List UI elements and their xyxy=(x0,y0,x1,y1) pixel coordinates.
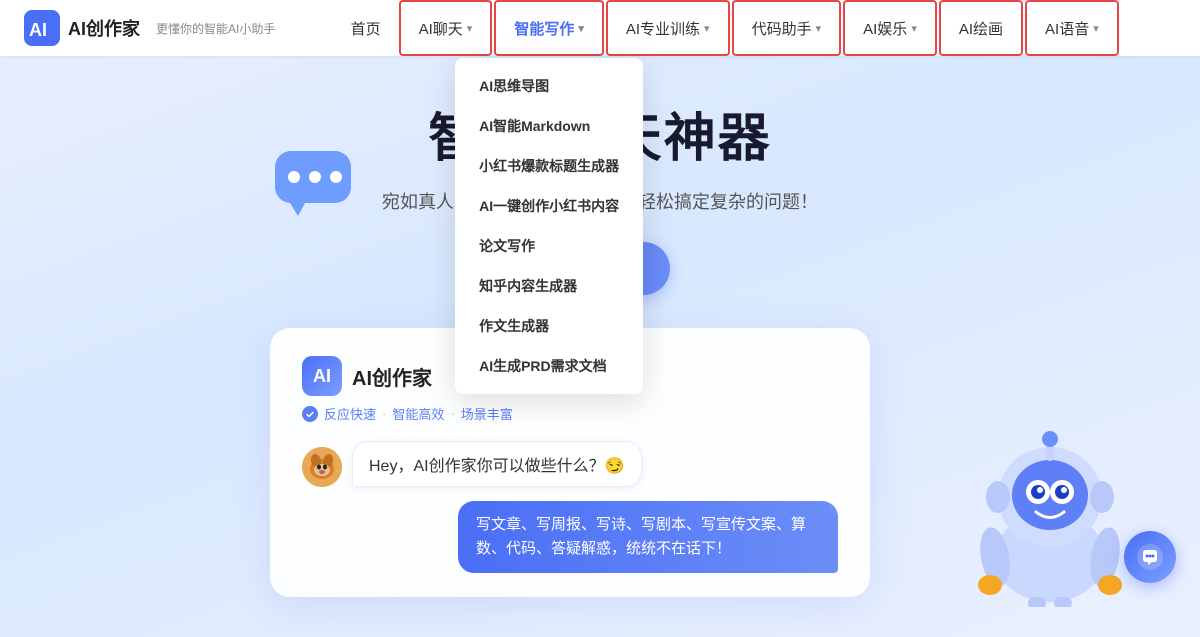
user-avatar xyxy=(302,447,342,487)
user-chat-bubble: Hey，AI创作家你可以做些什么？😏 xyxy=(302,441,838,487)
nav-label-ai-draw: AI绘画 xyxy=(959,18,1003,39)
chat-support-icon xyxy=(1136,543,1164,571)
ai-message: 写文章、写周报、写诗、写剧本、写宣传文案、算数、代码、答疑解惑，统统不在话下！ xyxy=(458,501,838,573)
logo-text: AI创作家 xyxy=(68,15,140,41)
nav-item-ai-chat[interactable]: AI聊天 ▾ xyxy=(399,0,493,56)
user-message: Hey，AI创作家你可以做些什么？😏 xyxy=(352,441,642,487)
dropdown-item-paper-writing[interactable]: 论文写作 xyxy=(455,226,643,266)
chat-tag-2: 智能高效 xyxy=(392,404,444,423)
ai-voice-arrow-icon: ▾ xyxy=(1093,22,1099,35)
nav-item-code-helper[interactable]: 代码助手 ▾ xyxy=(732,0,842,56)
ai-chat-bubble: 写文章、写周报、写诗、写剧本、写宣传文案、算数、代码、答疑解惑，统统不在话下！ xyxy=(302,501,838,573)
smart-write-arrow-icon: ▾ xyxy=(578,22,584,35)
main-nav: 首页 AI聊天 ▾ 智能写作 ▾ AI思维导图 AI智能Markdown 小红书… xyxy=(275,0,1176,56)
dropdown-item-xiaohongshu-content[interactable]: AI一键创作小红书内容 xyxy=(455,186,643,226)
dropdown-item-prd-gen[interactable]: AI生成PRD需求文档 xyxy=(455,346,643,386)
chat-tag-3: 场景丰富 xyxy=(461,404,513,423)
nav-item-home[interactable]: 首页 xyxy=(333,0,399,56)
dropdown-item-smart-md[interactable]: AI智能Markdown xyxy=(455,106,643,146)
ai-chat-arrow-icon: ▾ xyxy=(467,22,473,35)
logo-sub: 更懂你的智能AI小助手 xyxy=(156,20,275,37)
nav-label-smart-write: 智能写作 xyxy=(514,18,574,39)
logo-icon: AI xyxy=(24,10,60,46)
ai-train-arrow-icon: ▾ xyxy=(704,22,710,35)
robot-illustration xyxy=(960,407,1140,607)
dropdown-item-article-gen[interactable]: 作文生成器 xyxy=(455,306,643,346)
logo-area: AI AI创作家 更懂你的智能AI小助手 xyxy=(24,10,275,46)
nav-item-ai-voice[interactable]: AI语音 ▾ xyxy=(1025,0,1119,56)
code-helper-arrow-icon: ▾ xyxy=(816,22,822,35)
nav-label-ai-fun: AI娱乐 xyxy=(863,18,907,39)
nav-label-ai-train: AI专业训练 xyxy=(626,18,700,39)
dropdown-item-xiaohongshu-title[interactable]: 小红书爆款标题生成器 xyxy=(455,146,643,186)
chat-card-logo: AI xyxy=(302,356,342,396)
user-avatar-img xyxy=(302,447,342,487)
nav-item-ai-train[interactable]: AI专业训练 ▾ xyxy=(606,0,730,56)
nav-label-code-helper: 代码助手 xyxy=(752,18,812,39)
svg-text:AI: AI xyxy=(29,20,47,40)
nav-item-ai-fun[interactable]: AI娱乐 ▾ xyxy=(843,0,937,56)
dropdown-item-zhihu-content[interactable]: 知乎内容生成器 xyxy=(455,266,643,306)
header: AI AI创作家 更懂你的智能AI小助手 首页 AI聊天 ▾ 智能写作 ▾ AI… xyxy=(0,0,1200,56)
tag-icon xyxy=(302,406,318,422)
nav-label-ai-chat: AI聊天 xyxy=(419,18,463,39)
dropdown-item-mind-map[interactable]: AI思维导图 xyxy=(455,66,643,106)
chat-card-title: AI创作家 xyxy=(352,362,432,391)
nav-label-home: 首页 xyxy=(351,18,381,39)
chat-tags: 反应快速 · 智能高效 · 场景丰富 xyxy=(302,404,838,423)
smart-write-dropdown: AI思维导图 AI智能Markdown 小红书爆款标题生成器 AI一键创作小红书… xyxy=(455,58,643,394)
nav-label-ai-voice: AI语音 xyxy=(1045,18,1089,39)
chat-tag-1: 反应快速 xyxy=(324,404,376,423)
chat-support-button[interactable] xyxy=(1124,531,1176,583)
nav-item-smart-write[interactable]: 智能写作 ▾ AI思维导图 AI智能Markdown 小红书爆款标题生成器 AI… xyxy=(494,0,604,56)
nav-item-ai-draw[interactable]: AI绘画 xyxy=(939,0,1023,56)
ai-fun-arrow-icon: ▾ xyxy=(911,22,917,35)
